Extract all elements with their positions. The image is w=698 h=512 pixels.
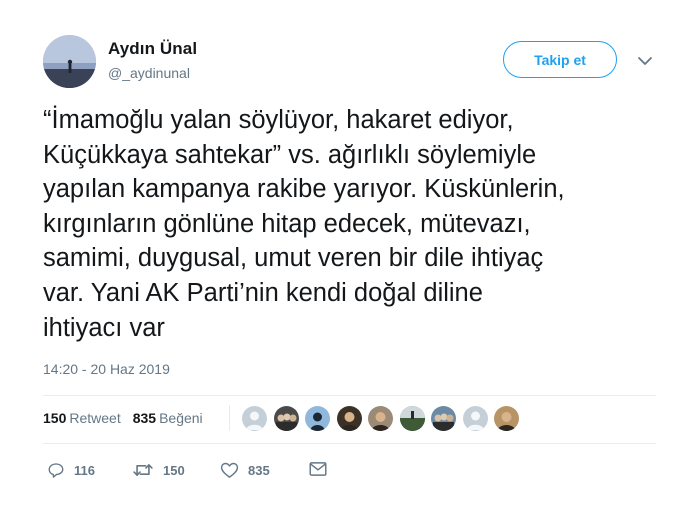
liker-avatar[interactable] bbox=[399, 406, 425, 431]
avatar-image bbox=[43, 35, 96, 88]
tweet-text-line: “İmamoğlu yalan söylüyor, hakaret ediyor… bbox=[43, 106, 514, 134]
default-avatar-icon bbox=[246, 411, 263, 430]
tweet-text-line: samimi, duygusal, umut veren bir dile ih… bbox=[43, 244, 544, 273]
like-action-count: 835 bbox=[248, 462, 270, 478]
liker-avatar[interactable] bbox=[242, 406, 267, 431]
author-avatar[interactable] bbox=[43, 35, 96, 88]
liker-avatar[interactable] bbox=[305, 406, 330, 431]
liker-avatars bbox=[242, 406, 526, 431]
portrait-icon bbox=[371, 412, 390, 431]
retweet-action-count: 150 bbox=[163, 462, 185, 478]
chevron-down-icon[interactable] bbox=[636, 52, 654, 70]
liker-avatar[interactable] bbox=[273, 406, 299, 431]
group-photo-icon bbox=[433, 413, 454, 431]
liker-avatar[interactable] bbox=[336, 406, 362, 431]
tweet-text-line: yapılan kampanya rakibe yarıyor. Küskünl… bbox=[43, 175, 565, 204]
like-stat[interactable]: 835 Beğeni bbox=[133, 410, 203, 426]
follow-button[interactable]: Takip et bbox=[503, 41, 617, 78]
liker-avatar[interactable] bbox=[462, 406, 488, 431]
stats-separator bbox=[229, 405, 230, 431]
author-handle[interactable]: @_aydinunal bbox=[108, 65, 190, 81]
reply-button[interactable]: 116 bbox=[47, 461, 95, 479]
message-button[interactable] bbox=[309, 461, 327, 477]
default-avatar-icon bbox=[466, 411, 484, 430]
like-label: Beğeni bbox=[159, 410, 203, 426]
liker-avatar[interactable] bbox=[494, 406, 519, 431]
tweet-stats: 150 Retweet 835 Beğeni bbox=[43, 410, 215, 426]
portrait-icon bbox=[497, 412, 516, 431]
like-button[interactable]: 835 bbox=[220, 461, 270, 479]
like-count: 835 bbox=[132, 410, 157, 426]
liker-avatar[interactable] bbox=[368, 406, 393, 431]
silhouette-icon bbox=[310, 412, 325, 431]
retweet-button[interactable]: 150 bbox=[132, 461, 185, 479]
tweet-card: Aydın Ünal @_aydinunal Takip et “İmamoğl… bbox=[0, 0, 698, 512]
retweet-icon bbox=[133, 464, 153, 476]
landscape-icon bbox=[399, 406, 425, 431]
tweet-text-line: ihtiyacı var bbox=[43, 313, 165, 342]
heart-icon bbox=[220, 462, 239, 478]
envelope-icon bbox=[309, 462, 327, 476]
reply-icon bbox=[48, 463, 64, 478]
retweet-stat[interactable]: 150 Retweet bbox=[43, 410, 121, 426]
retweet-label: Retweet bbox=[69, 410, 121, 426]
group-photo-icon bbox=[275, 413, 297, 431]
retweet-count: 150 bbox=[43, 410, 67, 426]
tweet-text-line: Küçükkaya sahtekar” vs. ağırlıklı söylem… bbox=[43, 140, 537, 169]
divider bbox=[43, 395, 656, 396]
tweet-text-line: var. Yani AK Parti’nin kendi doğal dilin… bbox=[43, 278, 483, 307]
portrait-icon bbox=[339, 412, 359, 431]
reply-count: 116 bbox=[74, 462, 95, 478]
divider bbox=[43, 443, 656, 444]
tweet-text: “İmamoğlu yalan söylüyor, hakaret ediyor… bbox=[43, 103, 663, 345]
tweet-timestamp[interactable]: 14:20 - 20 Haz 2019 bbox=[43, 361, 170, 377]
author-name[interactable]: Aydın Ünal bbox=[108, 39, 197, 59]
liker-avatar[interactable] bbox=[431, 406, 456, 431]
tweet-text-line: kırgınların gönlüne hitap edecek, müteva… bbox=[43, 209, 531, 238]
